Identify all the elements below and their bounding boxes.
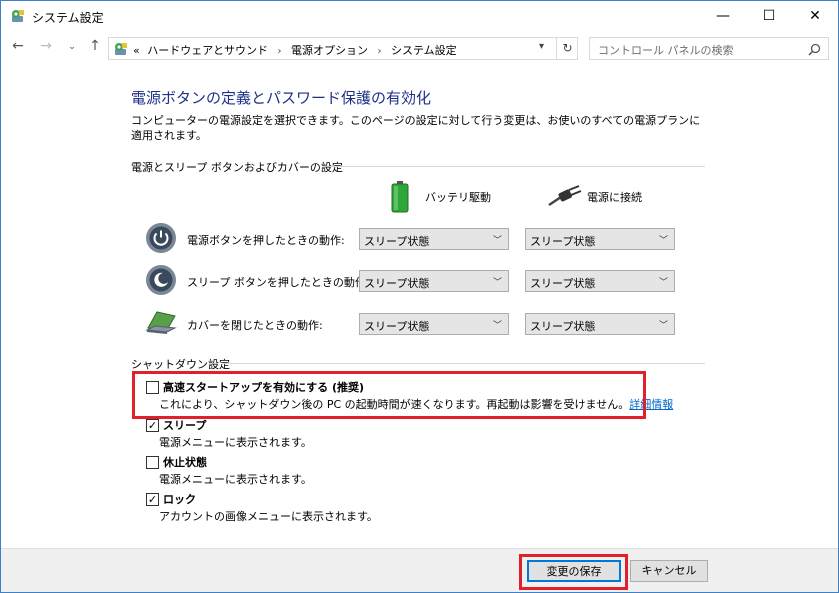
lid-close-plugged-select[interactable]: スリープ状態 ﹀ xyxy=(525,313,675,335)
chevron-down-icon: ﹀ xyxy=(492,278,502,288)
address-bar[interactable]: « ハードウェアとサウンド › 電源オプション › システム設定 ▾ ↻ xyxy=(108,37,578,60)
breadcrumb-item-hardware-sound[interactable]: ハードウェアとサウンド xyxy=(147,44,268,57)
hibernate-description: 電源メニューに表示されます。 xyxy=(159,473,312,486)
recent-locations-button[interactable]: ⌄ xyxy=(63,42,81,52)
cancel-button[interactable]: キャンセル xyxy=(630,560,708,582)
forward-button[interactable]: → xyxy=(37,38,55,54)
chevron-right-icon[interactable]: › xyxy=(378,46,382,57)
page-title: 電源ボタンの定義とパスワード保護の有効化 xyxy=(131,89,432,107)
sleep-description: 電源メニューに表示されます。 xyxy=(159,436,312,449)
minimize-button[interactable]: — xyxy=(700,1,746,31)
fast-startup-highlight xyxy=(132,371,646,419)
sleep-button-icon xyxy=(146,265,176,295)
chevron-down-icon[interactable]: ▾ xyxy=(539,41,544,52)
chevron-down-icon: ﹀ xyxy=(658,321,668,331)
search-input[interactable]: コントロール パネルの検索 xyxy=(589,37,829,60)
sleep-button-battery-select[interactable]: スリープ状態 ﹀ xyxy=(359,270,509,292)
lid-close-label: カバーを閉じたときの動作: xyxy=(187,319,323,332)
maximize-button[interactable]: ☐ xyxy=(746,1,792,31)
save-button-highlight xyxy=(519,554,628,590)
system-settings-window: システム設定 — ☐ ✕ ← → ⌄ ↑ « ハードウェアとサウンド › 電源オ… xyxy=(0,0,839,593)
section-divider xyxy=(223,363,705,364)
chevron-down-icon: ﹀ xyxy=(492,321,502,331)
lock-checkbox[interactable]: ✓ xyxy=(146,493,159,506)
sleep-label[interactable]: スリープ xyxy=(163,417,206,433)
select-value: スリープ状態 xyxy=(364,277,430,290)
power-button-icon xyxy=(146,223,176,253)
window-title: システム設定 xyxy=(32,11,104,25)
lock-description: アカウントの画像メニューに表示されます。 xyxy=(159,510,378,523)
section-divider xyxy=(331,166,705,167)
select-value: スリープ状態 xyxy=(364,235,430,248)
plugged-column-header: 電源に接続 xyxy=(587,191,642,204)
control-panel-icon xyxy=(115,43,127,55)
navigation-bar: ← → ⌄ ↑ « ハードウェアとサウンド › 電源オプション › システム設定… xyxy=(1,33,838,63)
breadcrumb-overflow[interactable]: « xyxy=(133,44,140,57)
select-value: スリープ状態 xyxy=(530,235,596,248)
power-button-label: 電源ボタンを押したときの動作: xyxy=(187,234,345,247)
select-value: スリープ状態 xyxy=(364,320,430,333)
hibernate-label[interactable]: 休止状態 xyxy=(163,454,207,470)
sleep-button-label: スリープ ボタンを押したときの動作: xyxy=(187,276,370,289)
chevron-down-icon: ﹀ xyxy=(658,278,668,288)
breadcrumb-item-power-options[interactable]: 電源オプション xyxy=(291,44,368,57)
back-button[interactable]: ← xyxy=(9,38,27,54)
breadcrumb: « ハードウェアとサウンド › 電源オプション › システム設定 xyxy=(133,42,457,58)
chevron-right-icon[interactable]: › xyxy=(278,46,282,57)
power-button-plugged-select[interactable]: スリープ状態 ﹀ xyxy=(525,228,675,250)
chevron-down-icon: ﹀ xyxy=(658,236,668,246)
title-bar: システム設定 — ☐ ✕ xyxy=(1,1,838,31)
battery-icon xyxy=(391,181,409,213)
select-value: スリープ状態 xyxy=(530,277,596,290)
power-plug-icon xyxy=(548,185,582,207)
search-icon[interactable] xyxy=(808,43,821,56)
control-panel-icon xyxy=(12,10,24,22)
shutdown-section-title: シャットダウン設定 xyxy=(131,358,230,371)
search-placeholder: コントロール パネルの検索 xyxy=(598,44,734,57)
power-button-battery-select[interactable]: スリープ状態 ﹀ xyxy=(359,228,509,250)
up-button[interactable]: ↑ xyxy=(86,38,104,54)
footer-bar: 変更の保存 キャンセル xyxy=(1,548,838,592)
select-value: スリープ状態 xyxy=(530,320,596,333)
laptop-lid-icon xyxy=(145,311,177,334)
battery-column-header: バッテリ駆動 xyxy=(425,191,491,204)
close-button[interactable]: ✕ xyxy=(792,1,838,31)
lock-label[interactable]: ロック xyxy=(163,491,196,507)
power-section-title: 電源とスリープ ボタンおよびカバーの設定 xyxy=(131,161,343,174)
sleep-button-plugged-select[interactable]: スリープ状態 ﹀ xyxy=(525,270,675,292)
lid-close-battery-select[interactable]: スリープ状態 ﹀ xyxy=(359,313,509,335)
page-description: コンピューターの電源設定を選択できます。このページの設定に対して行う変更は、お使… xyxy=(131,114,701,142)
breadcrumb-item-system-settings[interactable]: システム設定 xyxy=(391,44,457,57)
refresh-button[interactable]: ↻ xyxy=(556,38,578,59)
sleep-checkbox[interactable]: ✓ xyxy=(146,419,159,432)
chevron-down-icon: ﹀ xyxy=(492,236,502,246)
hibernate-checkbox[interactable] xyxy=(146,456,159,469)
